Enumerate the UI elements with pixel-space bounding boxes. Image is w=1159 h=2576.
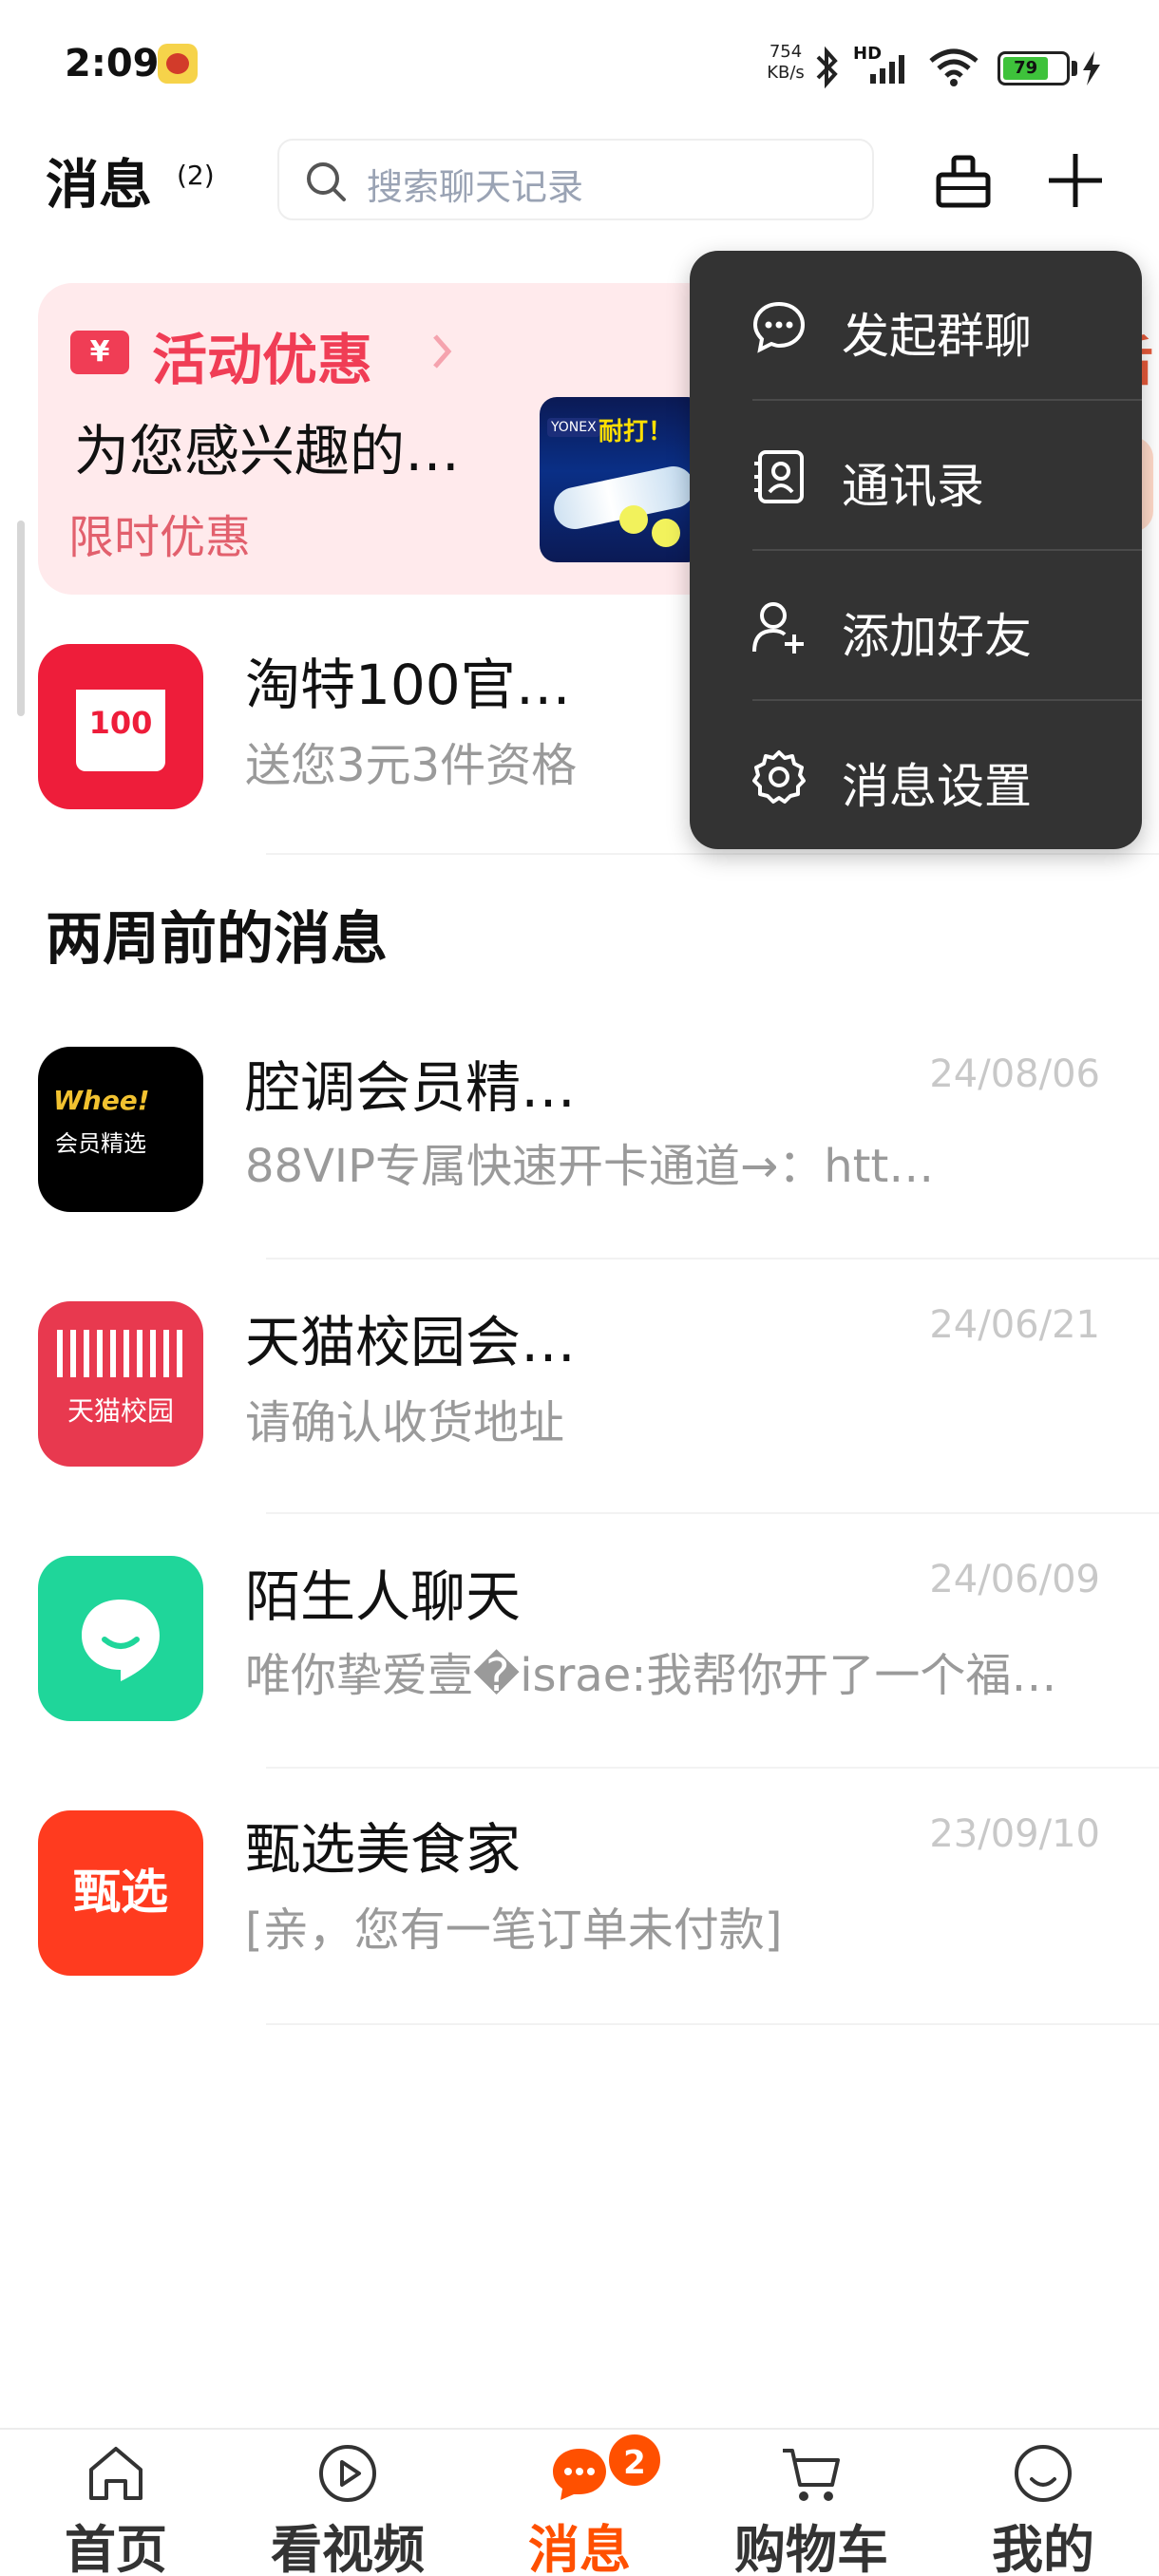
tab-cart[interactable]: 购物车	[695, 2430, 927, 2576]
avatar-top-text: Whee!	[53, 1085, 150, 1116]
conversation-title: 陌生人聊天	[245, 1564, 522, 1629]
tab-label: 首页	[65, 2520, 167, 2576]
settings-gear-icon	[752, 750, 806, 804]
shuttlecock	[619, 505, 648, 534]
avatar: Whee! 会员精选	[38, 1047, 203, 1212]
cart-icon	[783, 2449, 840, 2501]
contacts-icon	[754, 450, 804, 503]
menu-label: 消息设置	[842, 759, 1032, 814]
weibo-app-icon	[158, 44, 198, 84]
avatar: 天猫校园	[38, 1301, 203, 1467]
conversation-preview: 送您3元3件资格	[245, 739, 578, 792]
conversation-title: 天猫校园会…	[245, 1310, 577, 1374]
profile-smile-icon	[1015, 2445, 1072, 2502]
conversation-preview: 请确认收货地址	[245, 1396, 565, 1449]
add-menu-button[interactable]	[1041, 146, 1110, 215]
tab-label: 我的	[992, 2520, 1094, 2576]
conversation-preview: 唯你挚爱壹�israe:我帮你开了一个福…	[245, 1649, 1057, 1702]
conversation-qiangdiao[interactable]: Whee! 会员精选 腔调会员精… 24/08/06 88VIP专属快速开卡通道…	[0, 1024, 1159, 1279]
bluetooth-icon	[816, 46, 838, 89]
home-icon	[89, 2447, 142, 2500]
divider	[266, 1767, 1159, 1769]
product-badge: 耐打！	[598, 418, 674, 446]
conversation-zhenxuan[interactable]: 甄选 甄选美食家 23/09/10 [亲，您有一笔订单未付款]	[0, 1788, 1159, 2042]
add-friend-icon	[752, 602, 804, 653]
tab-badge: 2	[606, 2432, 663, 2489]
promo-title: 活动优惠	[152, 328, 373, 392]
play-video-icon	[319, 2445, 376, 2502]
signal-icon	[870, 55, 904, 84]
avatar: 甄选	[38, 1810, 203, 1976]
add-popup-menu: 发起群聊 通讯录 添加好友 消息设置	[690, 251, 1142, 849]
avatar: 100	[38, 644, 203, 809]
bottom-tab-bar: 首页 看视频 2 消息 购物车 我的	[0, 2428, 1159, 2576]
conversation-date: 23/09/10	[929, 1812, 1100, 1856]
shortcut-button[interactable]	[929, 146, 998, 215]
tab-label: 消息	[528, 2520, 631, 2576]
network-speed: 754 KB/s	[764, 42, 808, 84]
promo-description: 为您感兴趣的…	[74, 419, 461, 483]
avatar-text: 100	[88, 705, 153, 741]
shuttlecock	[652, 519, 680, 547]
tab-videos[interactable]: 看视频	[232, 2430, 464, 2576]
search-input[interactable]: 搜索聊天记录	[277, 139, 874, 220]
page-title: 消息	[46, 155, 152, 217]
menu-item-group-chat[interactable]: 发起群聊	[690, 251, 1142, 401]
battery-indicator: 79	[998, 51, 1070, 85]
chevron-right-icon	[433, 334, 452, 369]
search-placeholder: 搜索聊天记录	[367, 166, 584, 208]
conversation-tmall-campus[interactable]: 天猫校园 天猫校园会… 24/06/21 请确认收货地址	[0, 1279, 1159, 1533]
divider	[266, 1258, 1159, 1260]
net-speed-value: 754	[769, 42, 803, 62]
group-chat-icon	[752, 301, 806, 353]
wifi-icon	[929, 48, 978, 86]
conversation-date: 24/08/06	[929, 1052, 1100, 1096]
tab-label: 看视频	[271, 2520, 425, 2576]
battery-level: 79	[1003, 57, 1049, 80]
conversation-title: 腔调会员精…	[245, 1055, 577, 1120]
conversation-preview: [亲，您有一笔订单未付款]	[245, 1904, 783, 1957]
conversation-date: 24/06/09	[929, 1558, 1100, 1601]
menu-item-add-friend[interactable]: 添加好友	[690, 551, 1142, 701]
message-icon	[553, 2449, 606, 2500]
tab-messages[interactable]: 2 消息	[464, 2430, 695, 2576]
net-speed-unit: KB/s	[767, 63, 805, 83]
section-title: 两周前的消息	[46, 906, 388, 973]
menu-item-contacts[interactable]: 通讯录	[690, 401, 1142, 551]
menu-item-message-settings[interactable]: 消息设置	[690, 701, 1142, 851]
product-brand: YONEX	[547, 418, 600, 437]
menu-label: 发起群聊	[842, 309, 1032, 364]
avatar-bottom-text: 会员精选	[55, 1130, 146, 1157]
tab-label: 购物车	[734, 2520, 888, 2576]
status-time: 2:09	[65, 42, 160, 85]
conversation-date: 24/06/21	[929, 1303, 1100, 1347]
search-icon	[307, 162, 346, 201]
menu-label: 通讯录	[842, 459, 984, 514]
coupon-icon: ¥	[70, 331, 129, 374]
avatar	[38, 1556, 203, 1721]
divider	[266, 2023, 1159, 2025]
tab-profile[interactable]: 我的	[927, 2430, 1159, 2576]
divider	[266, 1512, 1159, 1514]
charging-icon	[1083, 51, 1100, 85]
battery-cap	[1072, 61, 1077, 76]
status-bar: 2:09 754 KB/s HD 79	[0, 0, 1159, 133]
avatar-text: 甄选	[73, 1865, 168, 1920]
promo-card[interactable]: ¥ 活动优惠 为您感兴趣的… 限时优惠 YONEX 耐打！	[38, 283, 760, 595]
promo-product-image: YONEX 耐打！	[540, 397, 705, 562]
barcode-graphic	[57, 1330, 184, 1377]
chat-bubble-icon	[82, 1600, 160, 1681]
conversation-stranger-chat[interactable]: 陌生人聊天 24/06/09 唯你挚爱壹�israe:我帮你开了一个福…	[0, 1533, 1159, 1788]
conversation-title: 淘特100官…	[245, 653, 571, 717]
avatar-text: 天猫校园	[66, 1395, 174, 1427]
menu-label: 添加好友	[842, 609, 1032, 664]
toolbox-icon	[936, 155, 991, 208]
tab-home[interactable]: 首页	[0, 2430, 232, 2576]
promo-subtitle: 限时优惠	[68, 511, 252, 564]
conversation-title: 甄选美食家	[245, 1817, 522, 1882]
plus-icon	[1049, 154, 1102, 207]
conversation-preview: 88VIP专属快速开卡通道→：htt…	[245, 1140, 935, 1193]
divider	[266, 853, 1159, 855]
unread-count: (2)	[177, 160, 215, 191]
